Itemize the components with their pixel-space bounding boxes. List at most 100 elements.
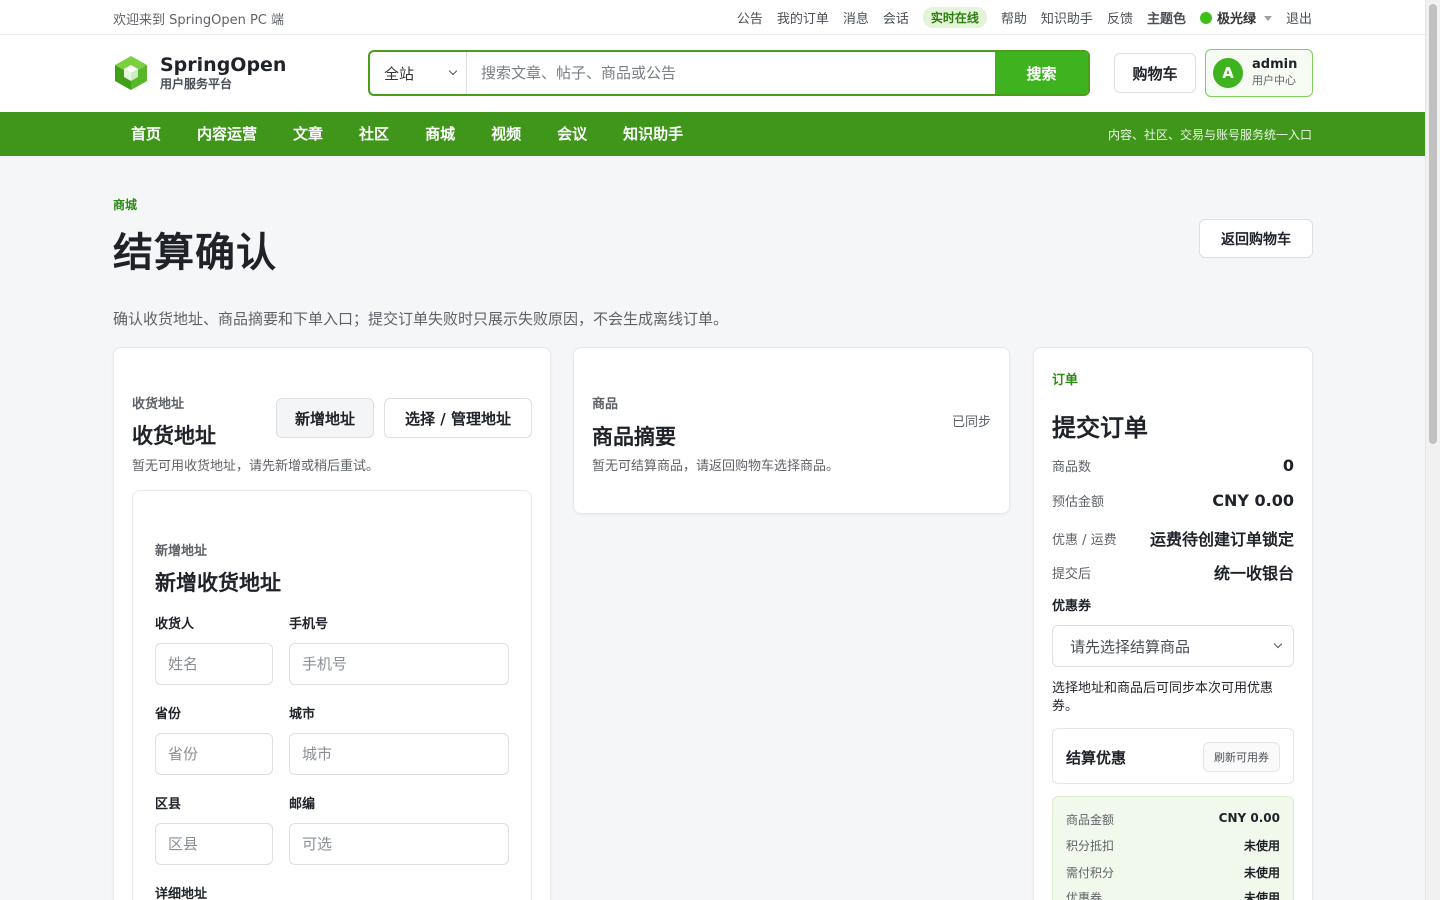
district-label: 区县 xyxy=(155,797,182,812)
link-my-orders[interactable]: 我的订单 xyxy=(777,8,829,27)
cube-logo-icon xyxy=(115,56,147,90)
breakdown-value: CNY 0.00 xyxy=(1218,811,1280,825)
page-scrollbar[interactable] xyxy=(1425,0,1440,900)
nav-item-meetings[interactable]: 会议 xyxy=(539,112,605,156)
breadcrumb[interactable]: 商城 xyxy=(113,196,137,213)
online-status-badge: 实时在线 xyxy=(922,7,987,28)
goods-eyebrow: 商品 xyxy=(592,397,619,412)
welcome-text: 欢迎来到 SpringOpen PC 端 xyxy=(113,13,284,28)
city-label: 城市 xyxy=(289,707,316,722)
theme-name: 极光绿 xyxy=(1216,12,1256,27)
utility-links: 公告 我的订单 消息 会话 实时在线 帮助 知识助手 反馈 主题色 极光绿 退出 xyxy=(737,7,1312,28)
page-description: 确认收货地址、商品摘要和下单入口；提交订单失败时只展示失败原因，不会生成离线订单… xyxy=(113,310,729,328)
brand-name: SpringOpen xyxy=(160,54,287,76)
manage-address-button[interactable]: 选择 / 管理地址 xyxy=(384,398,532,438)
breakdown-row: 积分抵扣 未使用 xyxy=(1066,837,1280,854)
breakdown-row: 优惠券 未使用 xyxy=(1066,889,1280,900)
summary-value: 运费待创建订单锁定 xyxy=(1149,530,1294,549)
zip-input[interactable] xyxy=(289,823,509,865)
breakdown-label: 商品金额 xyxy=(1066,813,1115,827)
breakdown-value: 未使用 xyxy=(1243,891,1280,900)
breakdown-label: 优惠券 xyxy=(1066,891,1103,900)
link-announcements[interactable]: 公告 xyxy=(737,8,763,27)
nav-item-community[interactable]: 社区 xyxy=(341,112,407,156)
summary-label: 优惠 / 运费 xyxy=(1052,532,1117,548)
refresh-coupons-button[interactable]: 刷新可用券 xyxy=(1203,742,1280,772)
checkout-promo-panel: 结算优惠 刷新可用券 xyxy=(1052,728,1294,784)
brand-logo[interactable]: SpringOpen 用户服务平台 xyxy=(113,54,286,92)
nav-item-home[interactable]: 首页 xyxy=(113,112,179,156)
breakdown-row: 商品金额 CNY 0.00 xyxy=(1066,811,1280,828)
nav-slogan: 内容、社区、交易与账号服务统一入口 xyxy=(1107,128,1312,142)
summary-value: 0 xyxy=(1282,456,1294,475)
city-input[interactable] xyxy=(289,733,509,775)
link-logout[interactable]: 退出 xyxy=(1286,8,1312,27)
summary-label: 提交后 xyxy=(1052,566,1092,582)
order-card: 订单 提交订单 商品数 0 预估金额 CNY 0.00 优惠 / 运费 运费待创… xyxy=(1033,347,1313,900)
summary-row-estimate: 预估金额 CNY 0.00 xyxy=(1052,491,1294,510)
chevron-down-icon xyxy=(448,66,458,76)
link-knowledge-assistant[interactable]: 知识助手 xyxy=(1041,8,1093,27)
summary-row-after-submit: 提交后 统一收银台 xyxy=(1052,560,1294,584)
scrollbar-thumb[interactable] xyxy=(1429,4,1437,444)
user-center-label: 用户中心 xyxy=(1252,74,1296,87)
district-input[interactable] xyxy=(155,823,273,865)
order-title: 提交订单 xyxy=(1052,414,1148,442)
nav-item-knowledge[interactable]: 知识助手 xyxy=(605,112,701,156)
receiver-name-input[interactable] xyxy=(155,643,273,685)
address-eyebrow: 收货地址 xyxy=(132,397,185,412)
address-empty-text: 暂无可用收货地址，请先新增或稍后重试。 xyxy=(132,459,380,474)
link-conversations[interactable]: 会话 xyxy=(883,8,909,27)
search-bar: 全站 搜索 xyxy=(368,50,1090,96)
back-to-cart-button[interactable]: 返回购物车 xyxy=(1199,219,1313,258)
province-input[interactable] xyxy=(155,733,273,775)
search-input[interactable] xyxy=(467,52,995,94)
summary-row-count: 商品数 0 xyxy=(1052,456,1294,475)
address-card: 收货地址 收货地址 新增地址 选择 / 管理地址 暂无可用收货地址，请先新增或稍… xyxy=(113,347,551,900)
top-utility-bar: 欢迎来到 SpringOpen PC 端 公告 我的订单 消息 会话 实时在线 … xyxy=(0,0,1425,35)
search-scope-select[interactable]: 全站 xyxy=(370,52,467,94)
breakdown-label: 需付积分 xyxy=(1066,866,1115,880)
sync-status: 已同步 xyxy=(951,415,991,430)
user-center-button[interactable]: A admin 用户中心 xyxy=(1205,49,1313,97)
coupon-hint: 选择地址和商品后可同步本次可用优惠券。 xyxy=(1052,681,1274,714)
main-nav: 首页 内容运营 文章 社区 商城 视频 会议 知识助手 内容、社区、交易与账号服… xyxy=(0,112,1425,156)
coupon-label: 优惠券 xyxy=(1052,599,1092,614)
theme-switcher[interactable]: 极光绿 xyxy=(1199,8,1272,27)
summary-label: 商品数 xyxy=(1052,460,1092,475)
brand-subtitle: 用户服务平台 xyxy=(160,77,233,91)
breakdown-label: 积分抵扣 xyxy=(1066,839,1115,853)
new-address-form: 新增地址 新增收货地址 收货人 手机号 省份 城市 区县 邮编 详细地址 xyxy=(132,490,532,900)
goods-summary-card: 商品 商品摘要 已同步 暂无可结算商品，请返回购物车选择商品。 xyxy=(573,347,1010,514)
phone-input[interactable] xyxy=(289,643,509,685)
coupon-select[interactable]: 请先选择结算商品 xyxy=(1052,625,1294,667)
search-button[interactable]: 搜索 xyxy=(995,52,1088,94)
nav-item-articles[interactable]: 文章 xyxy=(275,112,341,156)
link-feedback[interactable]: 反馈 xyxy=(1107,8,1133,27)
goods-title: 商品摘要 xyxy=(592,425,676,449)
cart-button[interactable]: 购物车 xyxy=(1114,53,1196,93)
theme-label: 主题色 xyxy=(1146,12,1186,27)
site-header: SpringOpen 用户服务平台 全站 搜索 购物车 A admin 用户中心 xyxy=(0,35,1425,112)
theme-color-dot-icon xyxy=(1199,12,1212,24)
breakdown-value: 未使用 xyxy=(1243,839,1280,853)
link-help[interactable]: 帮助 xyxy=(1001,8,1027,27)
summary-label: 预估金额 xyxy=(1052,495,1105,510)
summary-value: 统一收银台 xyxy=(1213,564,1294,583)
user-name: admin xyxy=(1252,57,1298,72)
nav-item-mall[interactable]: 商城 xyxy=(407,112,473,156)
nav-item-content-ops[interactable]: 内容运营 xyxy=(179,112,275,156)
coupon-select-value: 请先选择结算商品 xyxy=(1070,637,1191,656)
link-messages[interactable]: 消息 xyxy=(843,8,869,27)
form-eyebrow: 新增地址 xyxy=(155,544,208,559)
province-label: 省份 xyxy=(155,707,182,722)
caret-down-icon xyxy=(1263,16,1272,21)
phone-label: 手机号 xyxy=(289,617,329,632)
avatar: A xyxy=(1213,58,1243,88)
search-scope-value: 全站 xyxy=(384,64,415,83)
zip-label: 邮编 xyxy=(289,797,316,812)
nav-item-video[interactable]: 视频 xyxy=(473,112,539,156)
add-address-button[interactable]: 新增地址 xyxy=(276,398,374,438)
order-eyebrow: 订单 xyxy=(1052,373,1079,388)
goods-empty-text: 暂无可结算商品，请返回购物车选择商品。 xyxy=(592,459,840,474)
